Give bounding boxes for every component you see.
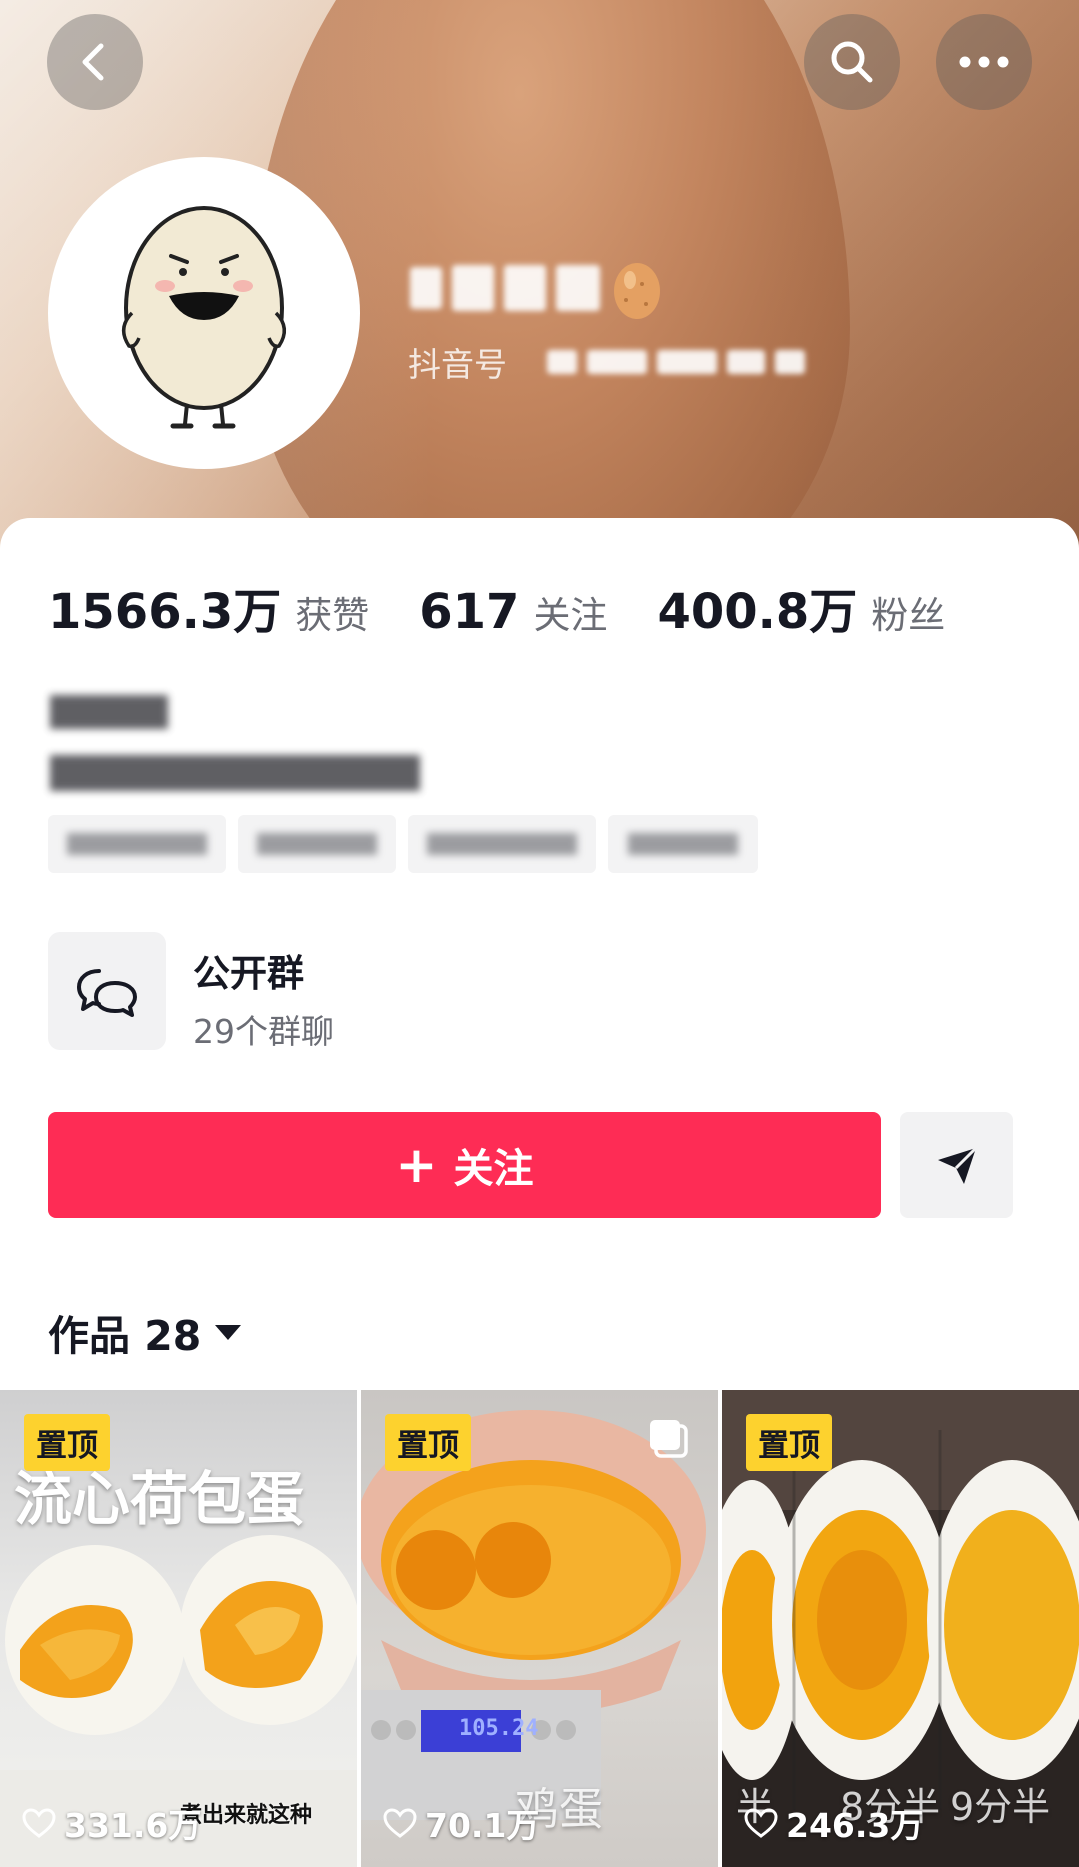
pinned-badge: 置顶 <box>746 1414 832 1471</box>
multi-image-icon <box>650 1420 688 1458</box>
profile-tag[interactable] <box>48 815 226 873</box>
douyin-id-label: 抖音号 <box>408 345 507 384</box>
scale-reading: 105.24 <box>459 1716 539 1741</box>
plus-icon: + <box>395 1136 438 1194</box>
video-tile[interactable]: 半 8分半 9分半 置顶 246.3万 <box>722 1390 1079 1867</box>
stat-likes-label: 获赞 <box>295 594 370 637</box>
likes-count: 70.1万 <box>425 1806 540 1845</box>
profile-stats: 1566.3万 获赞 617 关注 400.8万 粉丝 <box>48 572 945 642</box>
profile-tag[interactable] <box>408 815 596 873</box>
chat-bubbles-icon <box>77 969 137 1017</box>
likes-count: 331.6万 <box>64 1806 202 1845</box>
bio-line-2 <box>50 755 420 791</box>
douyin-id-value-blurred <box>547 350 805 374</box>
stat-followers-label: 粉丝 <box>871 594 946 637</box>
video-label-overlay: 9分半 <box>950 1785 1051 1829</box>
bio-line-1 <box>50 695 168 729</box>
group-title[interactable]: 公开群 <box>193 943 304 997</box>
stat-following-value: 617 <box>419 584 520 640</box>
egg-character-icon <box>122 206 286 429</box>
profile-tag[interactable] <box>608 815 758 873</box>
pinned-badge: 置顶 <box>385 1414 471 1471</box>
avatar[interactable] <box>48 157 360 469</box>
nickname <box>410 256 664 320</box>
more-dots-icon <box>959 56 1009 68</box>
search-button[interactable] <box>804 14 900 110</box>
heart-outline-icon <box>383 1808 417 1838</box>
public-group-button[interactable] <box>48 932 166 1050</box>
likes-count: 246.3万 <box>786 1806 924 1845</box>
douyin-id: 抖音号 <box>408 338 805 386</box>
caret-down-icon <box>215 1324 242 1340</box>
stat-followers-value: 400.8万 <box>657 584 858 640</box>
works-label: 作品 28 <box>48 1312 202 1360</box>
follow-button[interactable]: + 关注 <box>48 1112 881 1218</box>
follow-label: 关注 <box>453 1146 534 1192</box>
video-likes: 246.3万 <box>744 1799 923 1847</box>
heart-outline-icon <box>744 1808 778 1838</box>
group-subtitle: 29个群聊 <box>193 1012 334 1051</box>
works-tab[interactable]: 作品 28 <box>48 1302 242 1362</box>
stat-likes-value: 1566.3万 <box>48 584 282 640</box>
stat-likes[interactable]: 1566.3万 获赞 <box>48 572 369 642</box>
stat-followers[interactable]: 400.8万 粉丝 <box>657 572 945 642</box>
send-message-button[interactable] <box>900 1112 1013 1218</box>
profile-tags <box>48 815 758 873</box>
pinned-badge: 置顶 <box>24 1414 110 1471</box>
search-icon <box>831 41 873 83</box>
video-tile[interactable]: 流心荷包蛋 煮出来就这种 置顶 331.6万 <box>0 1390 357 1867</box>
stat-following-label: 关注 <box>533 594 608 637</box>
more-button[interactable] <box>936 14 1032 110</box>
heart-outline-icon <box>22 1808 56 1838</box>
back-button[interactable] <box>47 14 143 110</box>
egg-emoji-icon <box>614 263 660 319</box>
profile-tag[interactable] <box>238 815 396 873</box>
video-likes: 70.1万 <box>383 1799 539 1847</box>
paper-plane-icon <box>937 1146 977 1184</box>
video-grid: 流心荷包蛋 煮出来就这种 置顶 331.6万 105.24 鸡蛋 置顶 70.1… <box>0 1390 1079 1867</box>
video-likes: 331.6万 <box>22 1799 201 1847</box>
video-tile[interactable]: 105.24 鸡蛋 置顶 70.1万 <box>361 1390 718 1867</box>
stat-following[interactable]: 617 关注 <box>419 584 607 640</box>
chevron-left-icon <box>82 43 104 81</box>
